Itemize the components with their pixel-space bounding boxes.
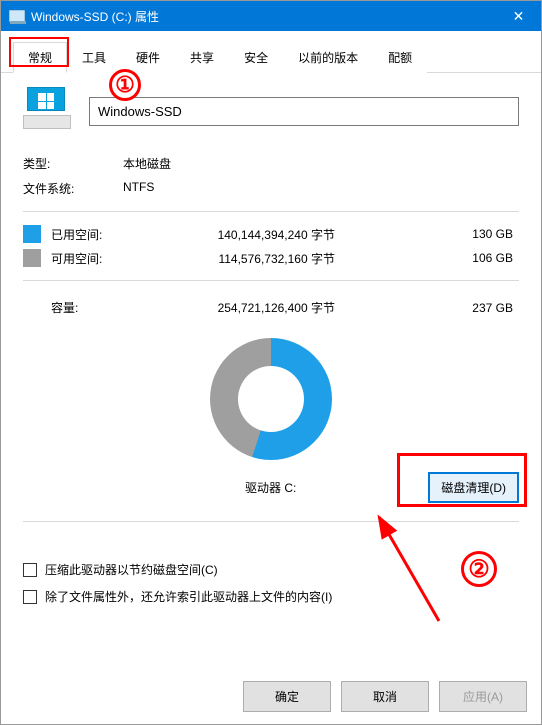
drive-label: 驱动器 C: bbox=[23, 479, 428, 496]
tab-hardware[interactable]: 硬件 bbox=[121, 42, 175, 73]
tab-quota[interactable]: 配额 bbox=[373, 42, 427, 73]
free-label: 可用空间: bbox=[51, 250, 133, 267]
tab-panel-general: 类型: 本地磁盘 文件系统: NTFS 已用空间: 140,144,394,24… bbox=[1, 73, 541, 610]
tab-security[interactable]: 安全 bbox=[229, 42, 283, 73]
tab-general[interactable]: 常规 bbox=[13, 42, 67, 73]
tab-strip: 常规 工具 硬件 共享 安全 以前的版本 配额 bbox=[1, 31, 541, 73]
usage-pie-chart bbox=[210, 338, 332, 460]
type-value: 本地磁盘 bbox=[123, 155, 171, 172]
dialog-buttons: 确定 取消 应用(A) bbox=[243, 681, 527, 712]
tab-tools[interactable]: 工具 bbox=[67, 42, 121, 73]
capacity-bytes: 254,721,126,400 字节 bbox=[133, 299, 343, 316]
tab-sharing[interactable]: 共享 bbox=[175, 42, 229, 73]
free-bytes: 114,576,732,160 字节 bbox=[133, 250, 343, 267]
disk-cleanup-button[interactable]: 磁盘清理(D) bbox=[428, 472, 519, 503]
used-human: 130 GB bbox=[343, 227, 519, 241]
index-checkbox-label: 除了文件属性外，还允许索引此驱动器上文件的内容(I) bbox=[45, 588, 332, 605]
close-icon: ✕ bbox=[513, 8, 525, 25]
window-title: Windows-SSD (C:) 属性 bbox=[31, 8, 496, 25]
compress-checkbox-label: 压缩此驱动器以节约磁盘空间(C) bbox=[45, 561, 218, 578]
type-label: 类型: bbox=[23, 155, 123, 172]
used-label: 已用空间: bbox=[51, 226, 133, 243]
free-swatch bbox=[23, 249, 41, 267]
filesystem-value: NTFS bbox=[123, 180, 154, 197]
ok-button[interactable]: 确定 bbox=[243, 681, 331, 712]
capacity-label: 容量: bbox=[23, 299, 133, 316]
compress-checkbox[interactable] bbox=[23, 563, 37, 577]
drive-big-icon bbox=[23, 93, 71, 129]
drive-icon bbox=[9, 10, 25, 22]
used-bytes: 140,144,394,240 字节 bbox=[133, 226, 343, 243]
index-checkbox[interactable] bbox=[23, 590, 37, 604]
used-swatch bbox=[23, 225, 41, 243]
tab-previous-versions[interactable]: 以前的版本 bbox=[283, 42, 373, 73]
capacity-human: 237 GB bbox=[343, 301, 519, 315]
drive-name-input[interactable] bbox=[89, 97, 519, 126]
titlebar: Windows-SSD (C:) 属性 ✕ bbox=[1, 1, 541, 31]
close-button[interactable]: ✕ bbox=[496, 1, 541, 31]
apply-button[interactable]: 应用(A) bbox=[439, 681, 527, 712]
filesystem-label: 文件系统: bbox=[23, 180, 123, 197]
free-human: 106 GB bbox=[343, 251, 519, 265]
cancel-button[interactable]: 取消 bbox=[341, 681, 429, 712]
